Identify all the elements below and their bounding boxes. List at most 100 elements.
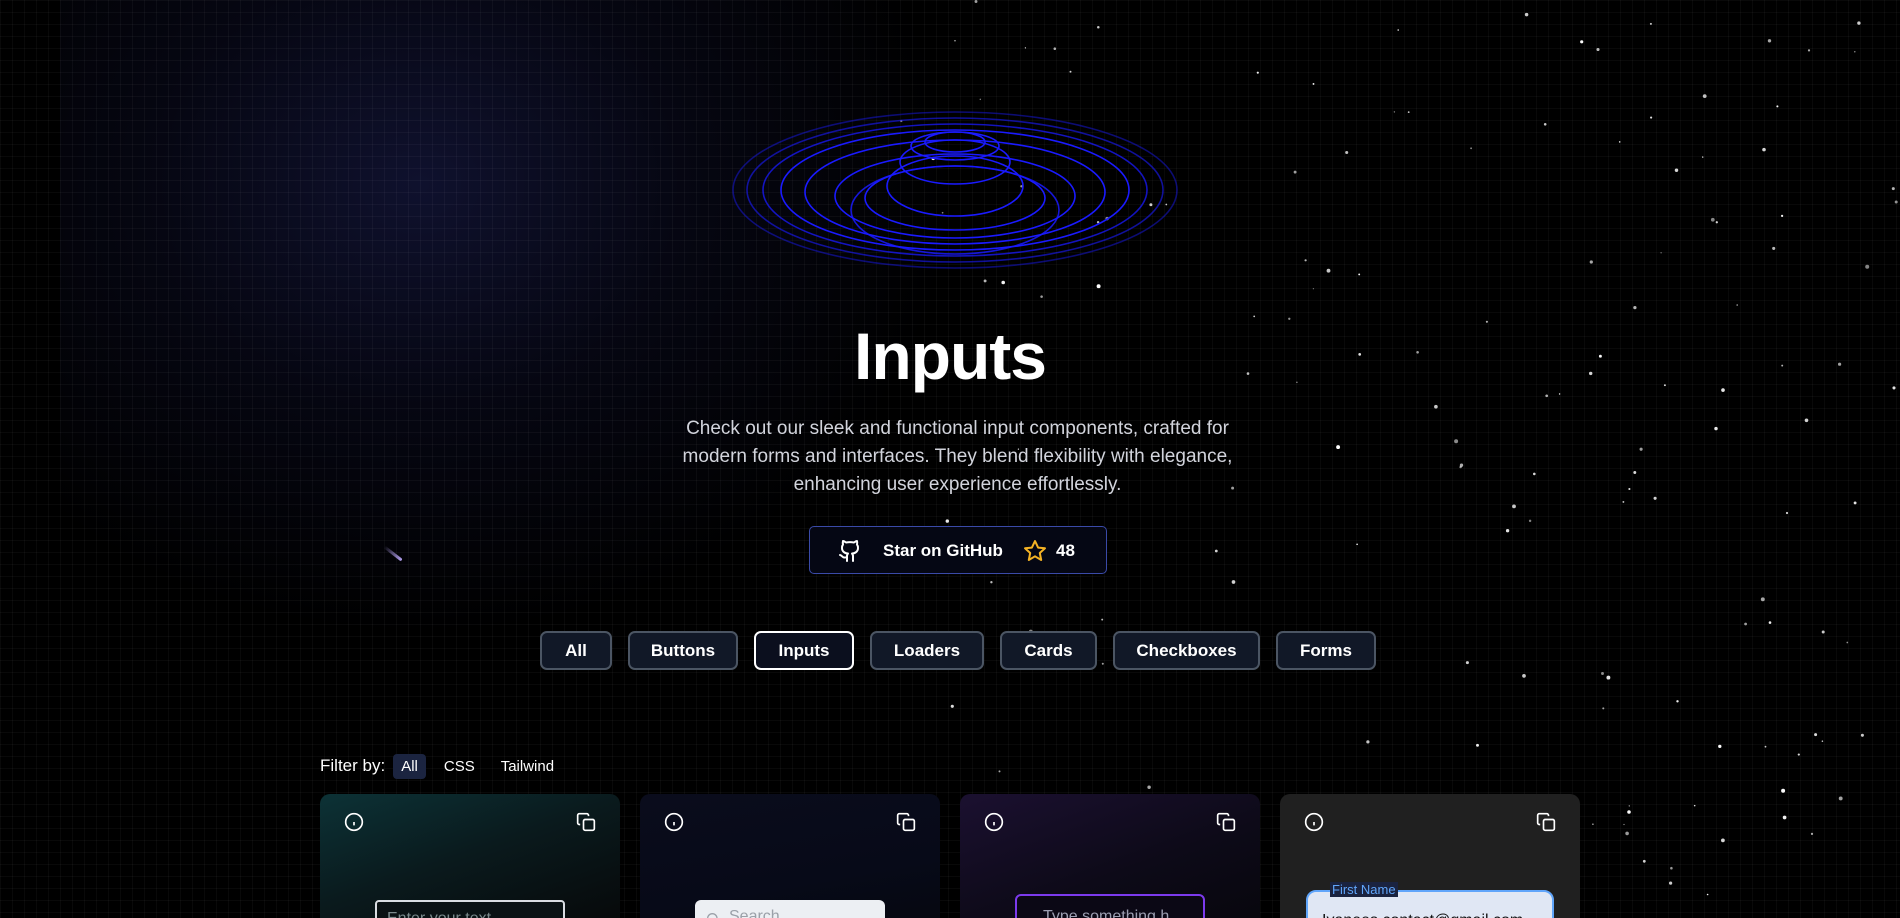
star-dot [1669, 881, 1673, 885]
copy-icon[interactable] [896, 812, 916, 832]
star-dot [1393, 111, 1396, 113]
text-input-preview[interactable]: Enter your text [375, 900, 565, 918]
star-on-github-button[interactable]: Star on GitHub 48 [809, 526, 1107, 574]
star-dot [1097, 26, 1100, 29]
filter-chip-all[interactable]: All [393, 753, 426, 779]
star-dot [1069, 70, 1072, 73]
star-dot [1853, 501, 1857, 505]
star-dot [1702, 156, 1704, 158]
star-dot [1512, 504, 1516, 509]
star-dot [1312, 82, 1315, 85]
component-card: Search [640, 794, 940, 918]
shooting-star [383, 545, 403, 562]
component-card: Enter your text [320, 794, 620, 918]
star-dot [1762, 147, 1766, 152]
star-dot [974, 0, 978, 3]
page-subtitle: Check out our sleek and functional input… [682, 418, 1233, 495]
star-dot [1744, 622, 1747, 626]
star-dot [1293, 170, 1297, 174]
star-dot [1628, 805, 1630, 807]
star-dot [1838, 796, 1843, 801]
glow-input-preview[interactable]: Type something h [1015, 894, 1205, 918]
star-dot [1459, 465, 1462, 469]
tab-cards[interactable]: Cards [1000, 631, 1097, 670]
star-dot [1580, 40, 1584, 44]
star-dot [1543, 123, 1547, 126]
search-input-preview[interactable]: Search [695, 900, 885, 918]
star-dot [1345, 150, 1349, 155]
star-dot [1024, 47, 1026, 49]
star-dot [1807, 49, 1811, 52]
tab-loaders[interactable]: Loaders [870, 631, 984, 670]
star-dot [1434, 404, 1438, 409]
star-dot [1231, 580, 1236, 584]
star-dot [954, 40, 956, 42]
star-dot [1767, 39, 1772, 43]
copy-icon[interactable] [1216, 812, 1236, 832]
star-dot [1366, 740, 1370, 744]
ripple-rings-graphic [732, 111, 1178, 269]
star-dot [1476, 743, 1479, 747]
tab-inputs[interactable]: Inputs [754, 631, 854, 670]
star-dot [1804, 418, 1809, 423]
copy-icon[interactable] [576, 812, 596, 832]
star-dot [1602, 707, 1605, 710]
github-icon [839, 540, 860, 562]
star-dot [1505, 529, 1510, 533]
star-dot [1821, 740, 1824, 742]
info-icon[interactable] [344, 812, 364, 832]
star-dot [1649, 22, 1652, 25]
star-dot [1606, 675, 1611, 680]
filter-chip-tailwind[interactable]: Tailwind [493, 754, 562, 779]
star-dot [950, 704, 954, 708]
info-icon[interactable] [984, 812, 1004, 832]
github-button-label: Star on GitHub [883, 541, 1003, 560]
star-dot [1326, 268, 1331, 273]
component-card: Ivanees.contact@gmail.com First Name [1280, 794, 1580, 918]
info-icon[interactable] [1304, 812, 1324, 832]
star-dot [1524, 12, 1529, 17]
star-dot [1358, 273, 1361, 276]
star-dot [1101, 618, 1104, 621]
star-dot [945, 519, 949, 523]
tab-buttons[interactable]: Buttons [628, 631, 738, 670]
star-dot [1797, 753, 1800, 756]
filter-bar: Filter by: All CSS Tailwind [320, 752, 572, 780]
star-dot [1633, 305, 1637, 310]
tab-all[interactable]: All [540, 631, 612, 670]
star-dot [1715, 221, 1718, 224]
star-dot [1336, 445, 1341, 450]
star-dot [1860, 733, 1864, 737]
star-dot [1214, 549, 1218, 553]
star-dot [1676, 700, 1679, 703]
github-star-count: 48 [1056, 541, 1075, 560]
star-dot [1304, 259, 1307, 262]
star-dot [1894, 200, 1898, 204]
star-dot [1592, 823, 1594, 826]
star-dot [1096, 284, 1101, 289]
star-dot [1625, 831, 1629, 836]
star-dot [1633, 471, 1637, 474]
star-dot [1782, 815, 1787, 820]
star-dot [1528, 519, 1532, 523]
star-dot [1814, 733, 1818, 737]
floating-label: First Name [1330, 882, 1398, 897]
star-dot [1545, 394, 1549, 398]
star-dot [1854, 51, 1856, 53]
star-dot [1628, 487, 1631, 491]
star-dot [1718, 744, 1722, 749]
copy-icon[interactable] [1536, 812, 1556, 832]
tab-forms[interactable]: Forms [1276, 631, 1376, 670]
star-dot [1768, 621, 1772, 624]
star-dot [1785, 511, 1789, 515]
star-dot [1857, 21, 1861, 25]
star-dot [1736, 304, 1739, 306]
star-dot [1040, 295, 1043, 298]
filter-chip-css[interactable]: CSS [436, 754, 483, 779]
star-dot [1623, 823, 1625, 826]
info-icon[interactable] [664, 812, 684, 832]
tab-checkboxes[interactable]: Checkboxes [1113, 631, 1260, 670]
category-tabs: All Buttons Inputs Loaders Cards Checkbo… [0, 631, 1900, 671]
star-dot [1674, 168, 1679, 173]
search-placeholder: Search [729, 908, 780, 918]
